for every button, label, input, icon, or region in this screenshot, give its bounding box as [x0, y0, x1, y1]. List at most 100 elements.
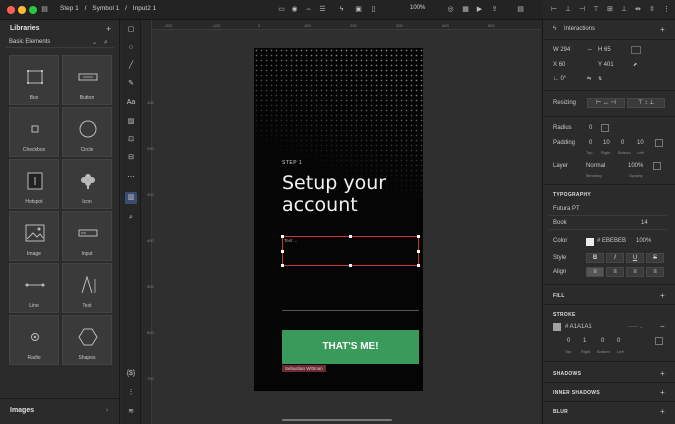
add-shadow-button[interactable]: +: [660, 370, 665, 378]
resize-icon[interactable]: ⇔: [304, 5, 313, 14]
stroke-link-icon[interactable]: [655, 337, 663, 345]
components-tool-icon[interactable]: ▥: [125, 192, 137, 204]
close-window-button[interactable]: [7, 6, 15, 14]
resize-handle[interactable]: [417, 235, 420, 238]
layer-options-icon[interactable]: [653, 162, 661, 170]
align-justify-button[interactable]: ≡: [646, 267, 664, 277]
text-color-hex[interactable]: # EBEBEB: [597, 238, 626, 244]
preview-icon[interactable]: ◎: [446, 5, 455, 14]
rectangle-tool-icon[interactable]: ▢: [125, 24, 137, 36]
breadcrumb-step[interactable]: Step 1: [60, 5, 79, 12]
more-tools-icon[interactable]: ⋯: [125, 172, 137, 184]
align-bottom-icon[interactable]: ⊥: [621, 5, 627, 13]
horizontal-scrollbar[interactable]: [282, 419, 392, 421]
text-color-opacity[interactable]: 100%: [636, 238, 651, 244]
padding-left[interactable]: 10: [637, 140, 644, 146]
italic-button[interactable]: I: [606, 253, 624, 263]
layers-stack-icon[interactable]: ≋: [125, 406, 137, 418]
resize-handle[interactable]: [349, 235, 352, 238]
constraint-icon[interactable]: [631, 46, 641, 54]
height-value[interactable]: 65: [604, 47, 611, 53]
stroke-color-swatch[interactable]: [553, 323, 561, 331]
step-label[interactable]: STEP 1: [282, 160, 302, 166]
resize-handle[interactable]: [281, 250, 284, 253]
resize-handle[interactable]: [281, 264, 284, 267]
tile-checkbox[interactable]: Checkbox: [9, 107, 59, 157]
flip-v-icon[interactable]: ⇅: [598, 76, 602, 82]
tile-image[interactable]: Image: [9, 211, 59, 261]
tile-icon[interactable]: Icon: [62, 159, 112, 209]
align-left-button[interactable]: ≡: [586, 267, 604, 277]
stack-icon[interactable]: ☰: [318, 5, 327, 14]
image-tool-icon[interactable]: ▨: [125, 116, 137, 128]
x-value[interactable]: 60: [559, 62, 566, 68]
tile-box[interactable]: Box: [9, 55, 59, 105]
stroke-style-select[interactable]: —— ⌄: [628, 324, 644, 330]
input-tool-icon[interactable]: ⊟: [125, 152, 137, 164]
chevron-right-icon[interactable]: ›: [106, 407, 108, 414]
tile-line[interactable]: Line: [9, 263, 59, 313]
pin-icon[interactable]: ⬈: [633, 62, 637, 68]
padding-right[interactable]: 10: [603, 140, 610, 146]
tile-hotspot[interactable]: Hotspot: [9, 159, 59, 209]
distribute-h-icon[interactable]: ⇹: [635, 5, 641, 13]
resize-handle[interactable]: [281, 235, 284, 238]
code-icon[interactable]: {$}: [125, 368, 137, 380]
page-heading[interactable]: Setup your account: [282, 172, 412, 216]
add-inner-shadow-button[interactable]: +: [660, 389, 665, 397]
tile-input[interactable]: Input: [62, 211, 112, 261]
padding-bottom[interactable]: 0: [621, 140, 624, 146]
add-fill-button[interactable]: +: [660, 292, 665, 300]
resize-handle[interactable]: [417, 264, 420, 267]
bold-button[interactable]: B: [586, 253, 604, 263]
artboard[interactable]: STEP 1 Setup your account Text ... THAT'…: [254, 48, 423, 391]
distribute-v-icon[interactable]: ⇳: [649, 5, 655, 13]
resize-handle[interactable]: [349, 264, 352, 267]
images-section[interactable]: Images ›: [0, 398, 120, 424]
input-underline[interactable]: [282, 310, 419, 311]
cta-button[interactable]: THAT'S ME!: [282, 330, 419, 364]
tree-icon[interactable]: ⋮: [125, 387, 137, 399]
resizing-horizontal-control[interactable]: ⊢ ↔ ⊣: [587, 98, 625, 108]
stroke-left[interactable]: 0: [617, 338, 620, 344]
stroke-top[interactable]: 0: [567, 338, 570, 344]
pen-tool-icon[interactable]: ✎: [125, 78, 137, 90]
components-icon[interactable]: ◉: [290, 5, 299, 14]
device-icon[interactable]: ▯: [369, 5, 378, 14]
search-tool-icon[interactable]: ⌕: [125, 212, 137, 224]
link-icon[interactable]: ⇔: [587, 47, 593, 53]
font-size-value[interactable]: 14: [641, 220, 648, 226]
font-family-select[interactable]: Futura PT: [553, 206, 580, 212]
library-select-value[interactable]: Basic Elements: [9, 39, 50, 45]
export-icon[interactable]: ⇪: [490, 5, 499, 14]
play-icon[interactable]: ▶: [475, 5, 484, 14]
minimize-window-button[interactable]: [18, 6, 26, 14]
align-top-icon[interactable]: ⊤: [593, 5, 599, 13]
text-tool-icon[interactable]: Aa: [125, 97, 137, 109]
align-center-icon[interactable]: ⊥: [565, 5, 571, 13]
frame-icon[interactable]: ▣: [354, 5, 363, 14]
more-align-icon[interactable]: ⋮: [663, 5, 670, 13]
remove-stroke-button[interactable]: −: [660, 323, 665, 331]
width-value[interactable]: 294: [560, 47, 570, 53]
zoom-window-button[interactable]: [29, 6, 37, 14]
radius-value[interactable]: 0: [589, 125, 592, 131]
stroke-bottom[interactable]: 0: [601, 338, 604, 344]
chevron-down-icon[interactable]: ⌄: [92, 39, 97, 46]
hotspot-tool-icon[interactable]: ⊡: [125, 134, 137, 146]
resize-handle[interactable]: [417, 250, 420, 253]
ellipse-tool-icon[interactable]: ○: [125, 42, 137, 54]
canvas[interactable]: -200 -100 0 100 200 300 400 500 100 200 …: [142, 20, 541, 424]
radius-corners-icon[interactable]: [601, 124, 609, 132]
add-library-icon[interactable]: +: [106, 25, 111, 34]
flip-h-icon[interactable]: ⇆: [587, 76, 591, 82]
sidebar-toggle-icon[interactable]: ▤: [40, 5, 49, 14]
opacity-value[interactable]: 100%: [628, 163, 643, 169]
tile-text[interactable]: Text: [62, 263, 112, 313]
line-tool-icon[interactable]: ╱: [125, 60, 137, 72]
stroke-color-hex[interactable]: # A1A1A1: [565, 324, 592, 330]
tile-circle[interactable]: Circle: [62, 107, 112, 157]
strikethrough-button[interactable]: S: [646, 253, 664, 263]
stroke-right[interactable]: 1: [583, 338, 586, 344]
search-icon[interactable]: ⌕: [104, 39, 108, 47]
